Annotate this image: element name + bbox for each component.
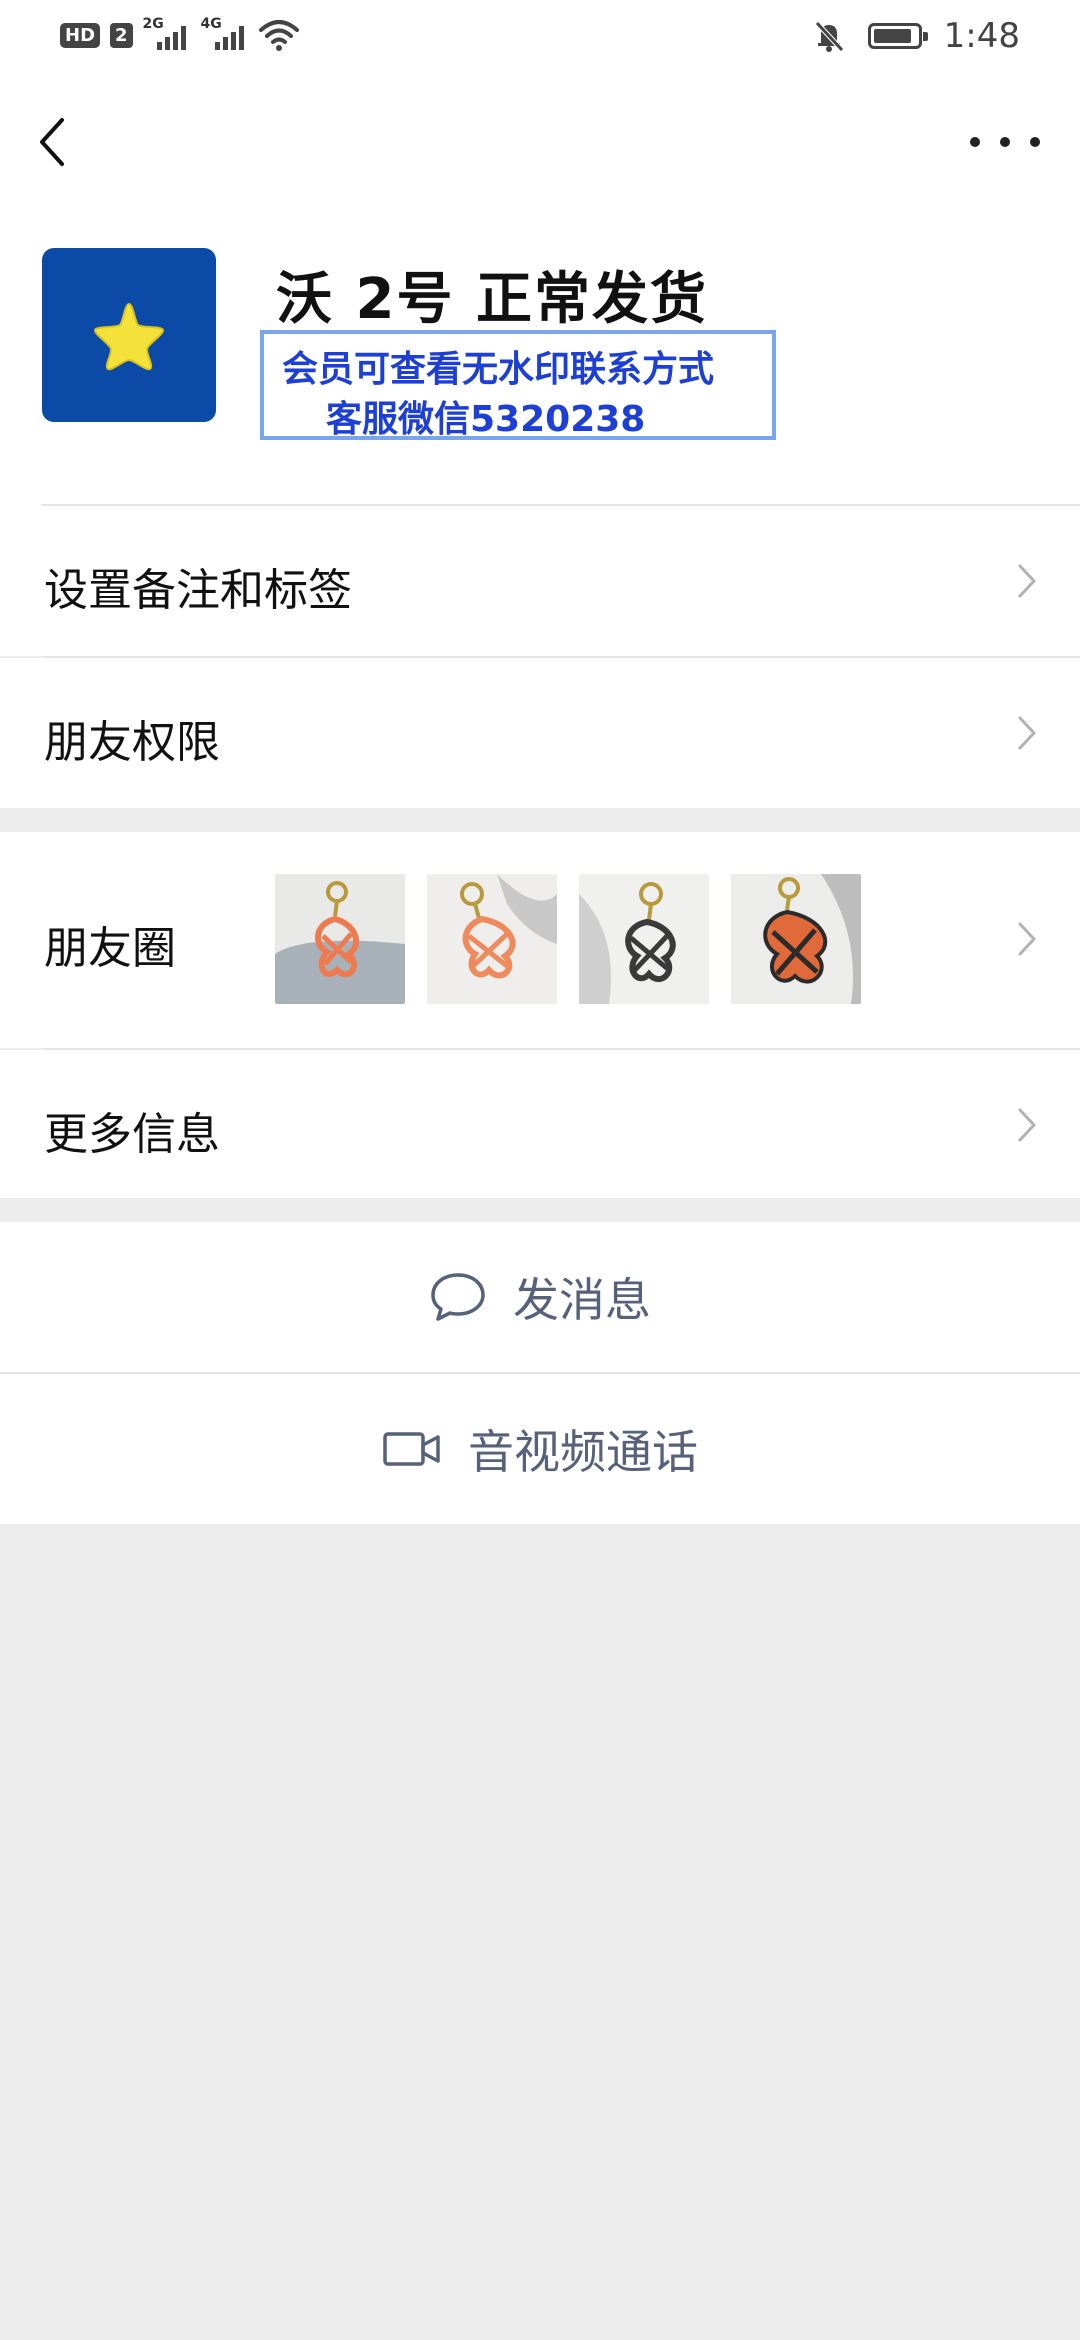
hd-badge: HD [60, 22, 101, 48]
video-camera-icon [383, 1432, 440, 1466]
more-dots-icon [970, 137, 980, 147]
video-call-label: 音视频通话 [468, 1425, 698, 1479]
row-remark-label: 设置备注和标签 [44, 565, 352, 616]
chevron-right-icon [1018, 1108, 1036, 1142]
profile-header: 沃 2号 正常发货 会员可查看无水印联系方式 客服微信5320238 [0, 212, 1080, 506]
row-remark-tags[interactable]: 设置备注和标签 [0, 506, 1080, 656]
wifi-icon [258, 20, 299, 51]
mute-bell-icon [814, 21, 844, 52]
chat-bubble-icon [431, 1273, 485, 1321]
moments-thumb-3 [579, 874, 709, 1004]
watermark-line-2: 客服微信5320238 [326, 399, 646, 440]
moments-thumb-2 [427, 874, 557, 1004]
chevron-right-icon [1018, 922, 1036, 956]
moments-thumbnails [275, 874, 861, 1004]
avatar[interactable] [42, 248, 216, 422]
row-permissions-label: 朋友权限 [44, 717, 220, 768]
chevron-left-icon [40, 118, 64, 166]
back-button[interactable] [30, 112, 80, 172]
row-moments-label: 朋友圈 [44, 923, 176, 974]
send-message-button[interactable]: 发消息 [0, 1222, 1080, 1372]
chevron-right-icon [1018, 716, 1036, 750]
signal-icon-2: 4G [201, 16, 249, 52]
battery-fill [873, 29, 912, 43]
video-call-button[interactable]: 音视频通话 [0, 1374, 1080, 1524]
nickname: 沃 2号 正常发货 [276, 267, 708, 332]
more-options-button[interactable] [970, 122, 1040, 162]
row-friend-permissions[interactable]: 朋友权限 [0, 658, 1080, 808]
moments-thumb-4 [731, 874, 861, 1004]
row-moments[interactable]: 朋友圈 [0, 832, 1080, 1048]
chevron-right-icon [1018, 564, 1036, 598]
send-message-label: 发消息 [513, 1273, 651, 1327]
row-more-info-label: 更多信息 [44, 1109, 220, 1160]
watermark-banner: 会员可查看无水印联系方式 客服微信5320238 [260, 330, 776, 440]
row-more-info[interactable]: 更多信息 [0, 1050, 1080, 1198]
top-nav [0, 72, 1080, 212]
star-icon [94, 302, 164, 371]
sim-indicator: 2 [110, 22, 133, 48]
status-time: 1:48 [943, 16, 1020, 56]
status-right: 1:48 [812, 16, 1020, 56]
watermark-line-1: 会员可查看无水印联系方式 [282, 349, 715, 390]
signal-icon: 2G [143, 16, 191, 52]
status-bar: HD 2 2G 4G 1:48 [0, 0, 1080, 72]
moments-thumb-1 [275, 874, 405, 1004]
status-left: HD 2 2G 4G [60, 16, 299, 52]
battery-icon [867, 23, 928, 49]
